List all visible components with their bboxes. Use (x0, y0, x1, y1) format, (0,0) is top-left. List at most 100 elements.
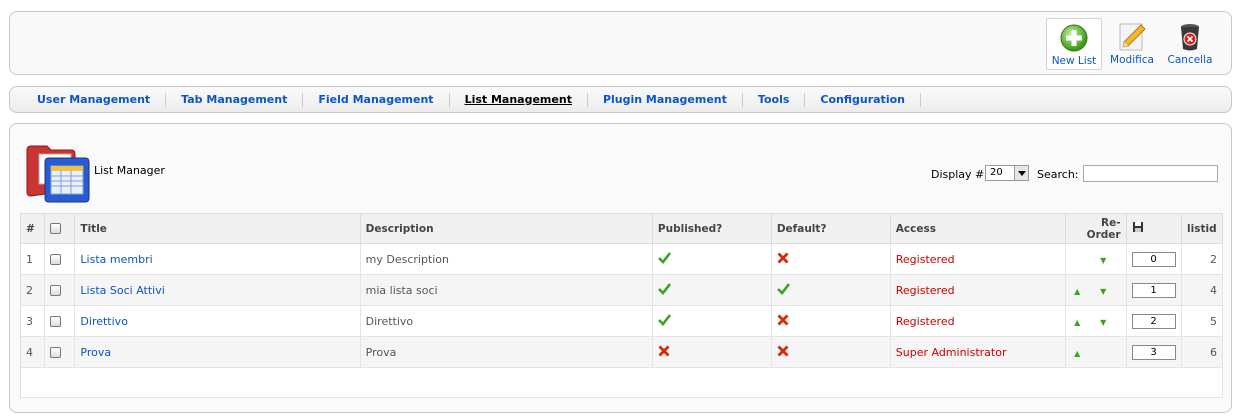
published-cell (652, 243, 772, 275)
table-row: 2 Lista Soci Attivi mia lista soci Register… (20, 274, 1223, 306)
new-list-button[interactable]: New List (1046, 18, 1102, 70)
title-cell: Prova (74, 336, 361, 368)
check-icon[interactable] (658, 251, 671, 264)
row-checkbox[interactable] (50, 316, 62, 327)
submenu-item-list-management[interactable]: List Management (450, 92, 588, 107)
row-checkbox[interactable] (50, 254, 62, 265)
content-panel: List Manager Display # 20 Search: # Title… (9, 123, 1232, 413)
access-cell: Registered (890, 305, 1067, 337)
column-header-title: Title (74, 213, 361, 244)
display-count-select[interactable]: 20 (985, 165, 1029, 181)
column-header-listid: listid (1181, 213, 1223, 244)
submenu-item-configuration[interactable]: Configuration (805, 92, 921, 107)
row-checkbox-cell (44, 274, 76, 306)
cross-icon[interactable] (658, 345, 670, 357)
list-title-link[interactable]: Lista membri (80, 253, 152, 266)
move-down-icon[interactable]: ▼ (1100, 318, 1106, 327)
list-title-link[interactable]: Direttivo (80, 315, 128, 328)
submenu-panel: User Management Tab Management Field Manag… (9, 86, 1232, 113)
access-cell: Registered (890, 274, 1067, 306)
access-level[interactable]: Super Administrator (896, 346, 1007, 359)
submenu-item-tools[interactable]: Tools (743, 92, 806, 107)
row-checkbox[interactable] (50, 285, 62, 296)
list-title-link[interactable]: Prova (80, 346, 111, 359)
access-level[interactable]: Registered (896, 253, 955, 266)
listid-cell: 5 (1181, 305, 1223, 337)
access-level[interactable]: Registered (896, 284, 955, 297)
published-cell (652, 274, 772, 306)
save-order-header (1126, 213, 1183, 244)
column-header-access: Access (890, 213, 1067, 244)
column-header-published: Published? (652, 213, 772, 244)
pencil-icon (1119, 23, 1146, 51)
description-cell: my Description (360, 243, 653, 275)
table-header-row: # Title Description Published? Default? Acces… (20, 213, 1223, 244)
submenu-item-user-management[interactable]: User Management (22, 92, 167, 107)
select-all-checkbox[interactable] (50, 223, 62, 234)
reorder-cell: ▲ ▼ (1065, 274, 1127, 306)
search-input[interactable] (1083, 165, 1218, 182)
move-up-icon[interactable]: ▲ (1074, 318, 1080, 327)
row-number: 4 (20, 336, 46, 368)
default-cell (771, 336, 891, 368)
order-cell: 0 (1126, 243, 1183, 275)
order-input[interactable]: 0 (1131, 251, 1176, 267)
listid-cell: 2 (1181, 243, 1223, 275)
submenu-item-plugin-management[interactable]: Plugin Management (588, 92, 743, 107)
title-cell: Lista membri (74, 243, 361, 275)
submenu-item-tab-management[interactable]: Tab Management (166, 92, 304, 107)
listid-cell: 6 (1181, 336, 1223, 368)
reorder-cell: ▲ (1065, 336, 1127, 368)
move-down-icon[interactable]: ▼ (1100, 287, 1106, 296)
order-input[interactable]: 1 (1131, 282, 1176, 298)
submenu: User Management Tab Management Field Manag… (22, 87, 921, 112)
toolbar-panel: New List Modifica Cancella (9, 11, 1232, 75)
floppy-disk-icon[interactable] (1132, 221, 1144, 233)
list-manager-icon (26, 145, 90, 203)
delete-button[interactable]: Cancella (1162, 18, 1218, 70)
submenu-item-field-management[interactable]: Field Management (303, 92, 450, 107)
order-cell: 1 (1126, 274, 1183, 306)
reorder-cell: ▼ (1065, 243, 1127, 275)
description-cell: Direttivo (360, 305, 653, 337)
column-header-num: # (20, 213, 46, 244)
check-icon[interactable] (658, 282, 671, 295)
cross-icon[interactable] (777, 314, 789, 326)
list-title-link[interactable]: Lista Soci Attivi (80, 284, 164, 297)
page-title: List Manager (94, 164, 165, 177)
check-icon[interactable] (658, 313, 671, 326)
move-up-icon[interactable]: ▲ (1074, 349, 1080, 358)
order-input[interactable]: 3 (1131, 344, 1176, 360)
edit-button[interactable]: Modifica (1104, 18, 1160, 70)
default-cell (771, 243, 891, 275)
row-checkbox-cell (44, 305, 76, 337)
published-cell (652, 305, 772, 337)
row-checkbox-cell (44, 336, 76, 368)
access-cell: Super Administrator (890, 336, 1067, 368)
column-header-description: Description (360, 213, 653, 244)
row-checkbox[interactable] (50, 347, 62, 358)
trash-icon (1181, 24, 1199, 51)
chevron-down-icon[interactable] (1014, 166, 1028, 180)
cross-icon[interactable] (777, 252, 789, 264)
edit-label: Modifica (1110, 54, 1154, 66)
published-cell (652, 336, 772, 368)
column-header-default: Default? (771, 213, 891, 244)
move-up-icon[interactable]: ▲ (1074, 287, 1080, 296)
listid-cell: 4 (1181, 274, 1223, 306)
plus-circle-icon (1060, 24, 1088, 52)
row-checkbox-cell (44, 243, 76, 275)
order-input[interactable]: 2 (1131, 313, 1176, 329)
check-icon[interactable] (776, 282, 790, 295)
row-number: 3 (20, 305, 46, 337)
table-footer (20, 367, 1223, 398)
description-cell: mia lista soci (360, 274, 653, 306)
default-cell (771, 274, 891, 306)
select-all-checkbox-cell (44, 213, 76, 244)
description-cell: Prova (360, 336, 653, 368)
cross-icon[interactable] (777, 345, 789, 357)
list-table: # Title Description Published? Default? Acces… (20, 213, 1223, 398)
access-level[interactable]: Registered (896, 315, 955, 328)
move-down-icon[interactable]: ▼ (1100, 256, 1106, 265)
row-number: 1 (20, 243, 46, 275)
